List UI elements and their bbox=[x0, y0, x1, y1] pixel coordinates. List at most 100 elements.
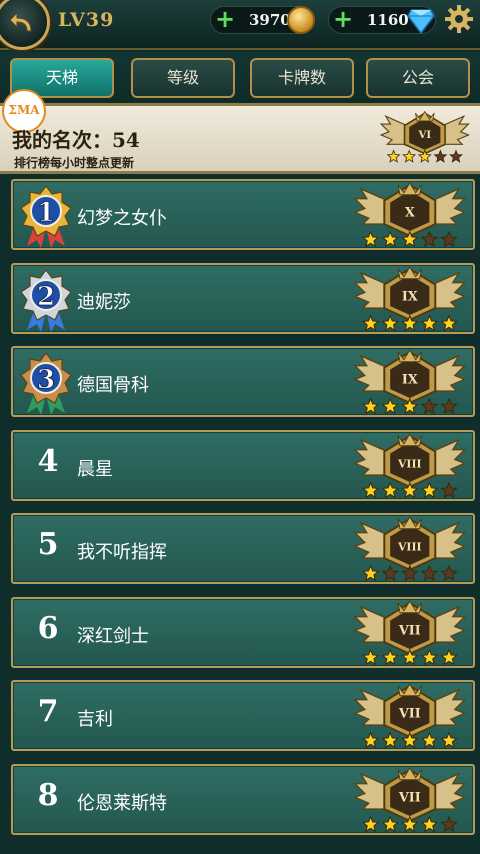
star-filled-icon bbox=[381, 648, 399, 665]
star-filled-icon bbox=[420, 481, 439, 498]
my-rank-banner: ΣMA 我的名次：54 排行榜每小时整点更新 VI bbox=[0, 89, 480, 174]
tier-numeral: IX bbox=[402, 372, 418, 387]
top-bar: LV39 + 3970 + 1160 bbox=[0, 0, 480, 50]
player-name: 伦恩莱斯特 bbox=[77, 792, 167, 814]
tier-badge: IX bbox=[351, 265, 469, 338]
star-filled-icon bbox=[381, 481, 399, 498]
ranking-row[interactable]: 8 伦恩莱斯特 VII bbox=[11, 763, 475, 835]
back-button[interactable] bbox=[0, 0, 50, 50]
tier-badge: X bbox=[351, 181, 469, 254]
player-name: 迪妮莎 bbox=[77, 291, 131, 313]
star-filled-icon bbox=[361, 815, 380, 832]
star-filled-icon bbox=[386, 149, 401, 163]
gold-counter: + 3970 bbox=[210, 6, 315, 34]
tier-numeral: IX bbox=[402, 289, 418, 304]
star-empty-icon bbox=[420, 564, 439, 582]
star-empty-icon bbox=[433, 149, 448, 163]
star-empty-icon bbox=[440, 481, 458, 498]
medal-rank-number: 2 bbox=[37, 282, 55, 312]
winged-tier-badge-icon: VIII bbox=[353, 516, 467, 582]
tab-card-count[interactable]: 卡牌数 bbox=[250, 58, 354, 98]
player-name: 吉利 bbox=[77, 709, 113, 730]
winged-tier-badge-icon: VI bbox=[379, 110, 471, 163]
medal-wrapper: 3 bbox=[15, 351, 77, 421]
tier-badge: VII bbox=[351, 766, 469, 839]
player-name: 晨星 bbox=[77, 458, 113, 480]
tier-badge: IX bbox=[351, 348, 469, 421]
ranking-row[interactable]: 1 幻梦之女仆 X bbox=[11, 179, 475, 250]
player-name: 幻梦之女仆 bbox=[77, 208, 167, 229]
star-filled-icon bbox=[440, 648, 458, 665]
winged-tier-badge-icon: VIII bbox=[353, 432, 467, 498]
gem-counter: + 1160 bbox=[328, 6, 436, 34]
winged-tier-badge-icon: VII bbox=[353, 599, 467, 665]
ranking-row[interactable]: 4 晨星 VIII bbox=[11, 429, 475, 501]
star-empty-icon bbox=[420, 230, 439, 248]
star-filled-icon bbox=[420, 731, 439, 749]
ranking-list: 1 幻梦之女仆 X 2 迪妮莎 IX 3 德国骨科 IX 4 晨星 VIII 5 我不听指挥 VIII 6 深红… bbox=[0, 174, 480, 854]
ranking-row[interactable]: 7 吉利 VII bbox=[11, 680, 475, 751]
medal-rank-number: 3 bbox=[37, 365, 55, 395]
rank-number: 4 bbox=[37, 443, 59, 479]
rank-number: 5 bbox=[37, 527, 59, 562]
update-note: 排行榜每小时整点更新 bbox=[14, 156, 135, 170]
player-name: 德国骨科 bbox=[77, 375, 149, 396]
ranking-row[interactable]: 5 我不听指挥 VIII bbox=[11, 513, 475, 584]
winged-tier-badge-icon: IX bbox=[353, 265, 467, 331]
ranking-row[interactable]: 2 迪妮莎 IX bbox=[11, 262, 475, 334]
star-filled-icon bbox=[381, 815, 399, 832]
star-filled-icon bbox=[381, 731, 399, 749]
tier-numeral: VIII bbox=[397, 540, 421, 553]
tier-numeral: X bbox=[405, 205, 415, 220]
tier-numeral: VI bbox=[418, 129, 432, 141]
tab-guild[interactable]: 公会 bbox=[366, 58, 470, 98]
winged-tier-badge-icon: VII bbox=[353, 766, 467, 832]
star-filled-icon bbox=[361, 564, 380, 582]
star-empty-icon bbox=[449, 149, 463, 163]
star-filled-icon bbox=[440, 731, 458, 749]
star-filled-icon bbox=[381, 230, 399, 248]
star-filled-icon bbox=[361, 731, 380, 749]
winged-tier-badge-icon: VII bbox=[353, 683, 467, 749]
tier-numeral: VIII bbox=[397, 457, 421, 470]
star-empty-icon bbox=[420, 397, 439, 415]
star-empty-icon bbox=[440, 564, 458, 582]
star-empty-icon bbox=[381, 564, 399, 582]
tier-badge: VIII bbox=[351, 515, 469, 588]
gold-coin-icon bbox=[287, 6, 315, 34]
medal-wrapper: 1 bbox=[15, 184, 77, 254]
ranking-tabs: 天梯 等级 卡牌数 公会 bbox=[0, 52, 480, 102]
rank-number: 6 bbox=[37, 610, 59, 646]
my-rank-title: 我的名次：54 bbox=[12, 128, 140, 152]
rank-medal-icon: 1 bbox=[20, 185, 72, 248]
tier-numeral: VII bbox=[398, 706, 421, 721]
rank-number: 8 bbox=[37, 777, 59, 813]
diamond-icon bbox=[407, 9, 435, 34]
gear-icon[interactable] bbox=[444, 4, 474, 34]
gold-amount: 3970 bbox=[249, 11, 291, 29]
star-filled-icon bbox=[361, 230, 380, 248]
winged-tier-badge-icon: IX bbox=[353, 349, 467, 415]
star-filled-icon bbox=[440, 314, 458, 331]
add-gold-icon[interactable]: + bbox=[213, 7, 237, 32]
tab-level[interactable]: 等级 bbox=[131, 58, 235, 98]
rank-medal-icon: 2 bbox=[20, 268, 72, 332]
star-filled-icon bbox=[361, 314, 380, 331]
tier-badge: VII bbox=[351, 599, 469, 672]
player-level: LV39 bbox=[58, 9, 115, 31]
tier-numeral: VII bbox=[398, 790, 421, 805]
ranking-row[interactable]: 6 深红剑士 VII bbox=[11, 596, 475, 668]
star-filled-icon bbox=[381, 314, 399, 331]
back-arrow-icon bbox=[9, 11, 32, 32]
star-filled-icon bbox=[420, 815, 439, 832]
star-filled-icon bbox=[381, 397, 399, 415]
star-filled-icon bbox=[402, 149, 417, 163]
star-filled-icon bbox=[361, 397, 380, 415]
tier-badge: VIII bbox=[351, 432, 469, 505]
add-gem-icon[interactable]: + bbox=[331, 7, 355, 32]
tier-numeral: VII bbox=[398, 623, 421, 638]
ranking-row[interactable]: 3 德国骨科 IX bbox=[11, 346, 475, 417]
medal-rank-number: 1 bbox=[37, 198, 55, 228]
star-empty-icon bbox=[440, 815, 458, 832]
winged-tier-badge-icon: X bbox=[353, 182, 467, 248]
